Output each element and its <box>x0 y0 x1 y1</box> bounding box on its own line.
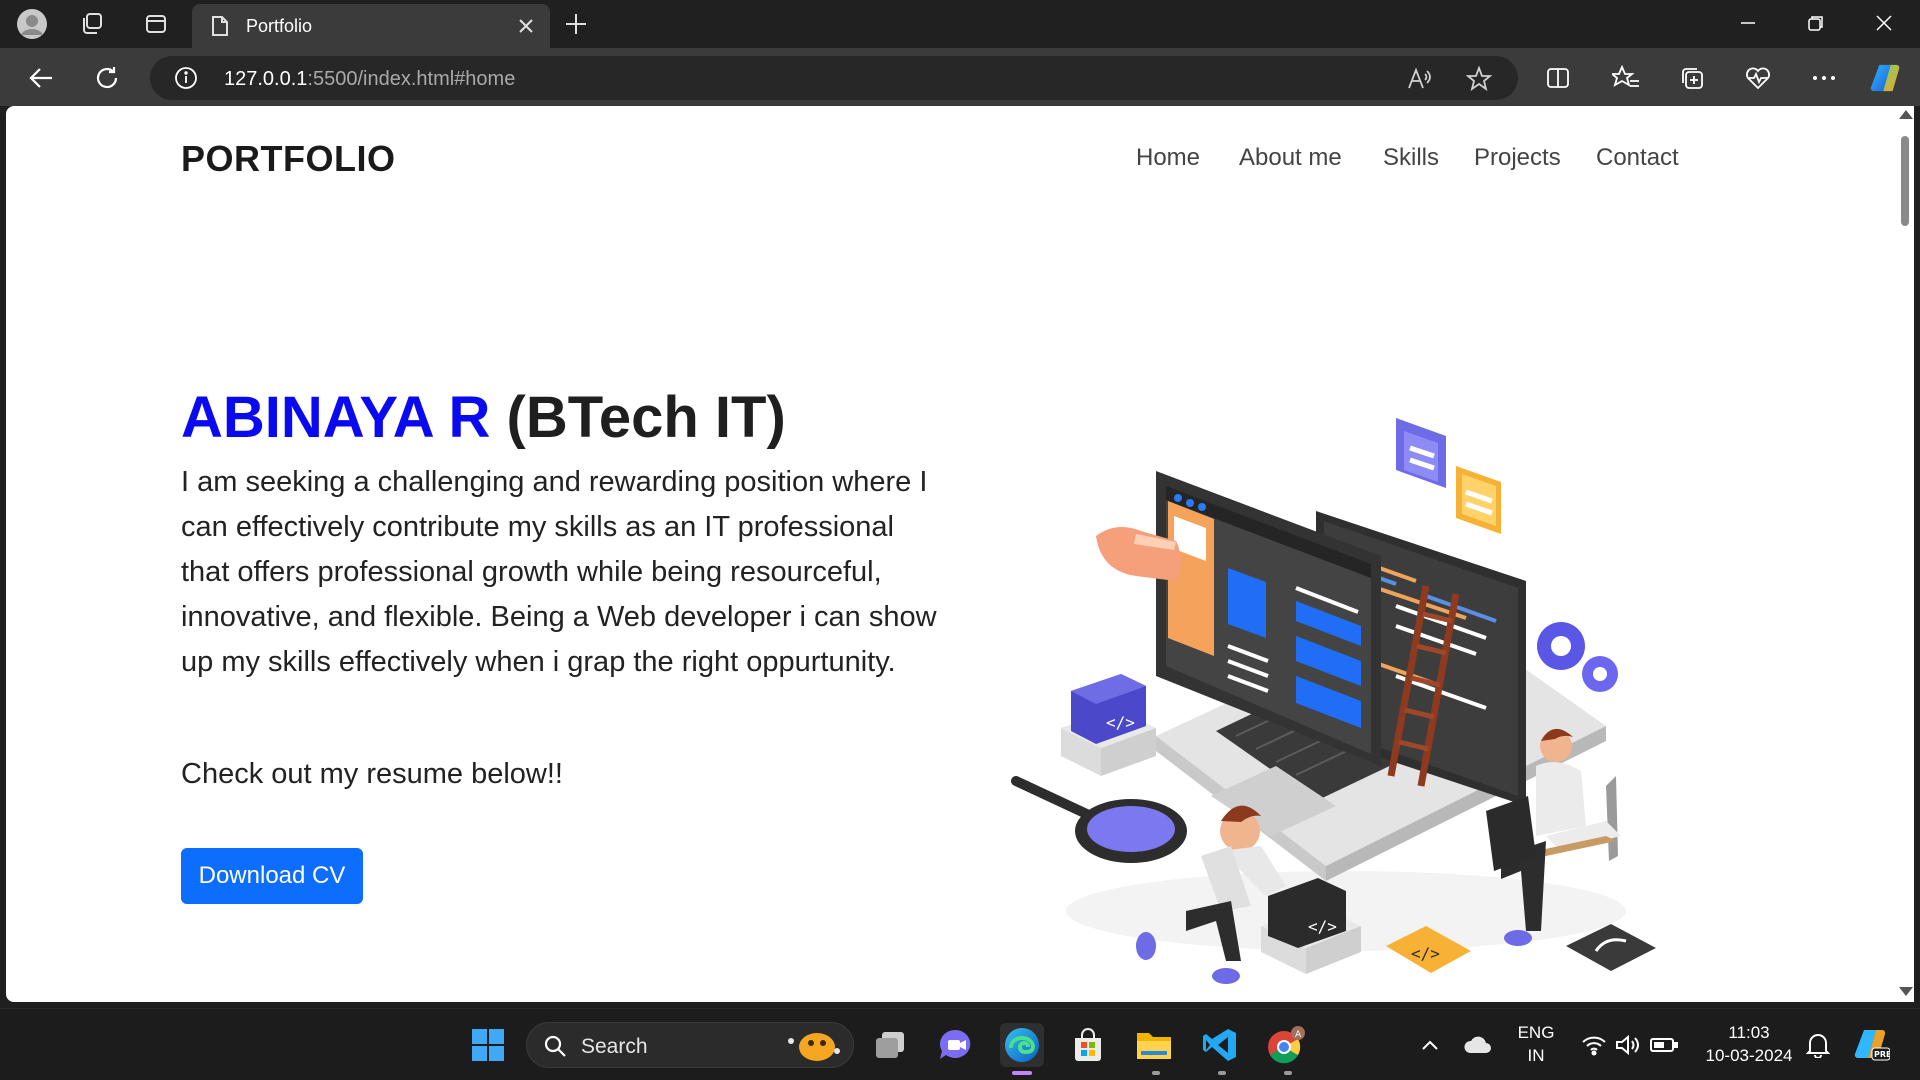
hero-degree: (BTech IT) <box>490 385 786 450</box>
hero-name: ABINAYA R <box>181 385 491 450</box>
task-view-icon[interactable] <box>868 1023 912 1067</box>
language-code: ENG <box>1517 1023 1555 1042</box>
svg-text:</>: </> <box>1106 713 1135 732</box>
browser-tab-bar: Portfolio <box>0 0 1920 48</box>
svg-text:</>: </> <box>1308 917 1337 936</box>
vscode-running-indicator <box>1218 1071 1226 1075</box>
nav-link-skills[interactable]: Skills <box>1383 144 1439 172</box>
chrome-running-indicator <box>1284 1071 1292 1075</box>
more-options-icon[interactable] <box>1808 62 1840 94</box>
scroll-down-arrow-icon[interactable] <box>1899 987 1913 996</box>
close-tab-icon[interactable] <box>514 14 538 38</box>
page-viewport: PORTFOLIO Home About me Skills Projects … <box>6 106 1896 1002</box>
close-window-icon[interactable] <box>1850 0 1918 46</box>
explorer-running-indicator <box>1152 1071 1160 1075</box>
clock-date: 10-03-2024 <box>1705 1046 1793 1065</box>
onedrive-cloud-icon[interactable] <box>1456 1023 1500 1067</box>
hero-description: I am seeking a challenging and rewarding… <box>181 466 937 678</box>
edge-active-indicator <box>1012 1071 1032 1075</box>
new-tab-icon[interactable] <box>560 8 592 40</box>
page-icon <box>212 16 228 36</box>
clock[interactable]: 11:03 10-03-2024 <box>1694 1023 1804 1066</box>
svg-text:</>: </> <box>1411 944 1440 963</box>
hero-title: ABINAYA R (BTech IT) <box>181 384 786 451</box>
read-aloud-icon[interactable] <box>1406 66 1432 92</box>
search-label: Search <box>581 1035 648 1058</box>
edge-browser-icon[interactable] <box>1000 1023 1044 1067</box>
search-icon <box>544 1035 566 1057</box>
developer-illustration: </> </> </> <box>1011 418 1656 984</box>
file-explorer-icon[interactable] <box>1132 1023 1176 1067</box>
favorite-star-icon[interactable] <box>1466 66 1492 92</box>
nav-link-projects[interactable]: Projects <box>1474 144 1561 172</box>
split-screen-icon[interactable] <box>1542 62 1574 94</box>
download-cv-button[interactable]: Download CV <box>181 848 363 904</box>
scroll-up-arrow-icon[interactable] <box>1899 110 1913 119</box>
url-text[interactable]: 127.0.0.1:5500/index.html#home <box>224 68 515 91</box>
page-scrollbar[interactable] <box>1896 106 1914 1002</box>
nav-link-about[interactable]: About me <box>1239 144 1342 172</box>
notification-bell-icon[interactable] <box>1796 1023 1840 1067</box>
show-hidden-icons-chevron-up-icon[interactable] <box>1408 1023 1452 1067</box>
windows-taskbar: Search A ENG IN 11:03 10-03-2024 PRE <box>0 1008 1920 1080</box>
tab-portfolio[interactable]: Portfolio <box>192 4 550 48</box>
search-highlight-icon <box>788 1033 840 1061</box>
tab-title: Portfolio <box>246 15 313 36</box>
teams-chat-icon[interactable] <box>934 1023 978 1067</box>
language-indicator[interactable]: ENG IN <box>1508 1023 1564 1066</box>
svg-text:A: A <box>1295 1030 1302 1040</box>
back-arrow-icon[interactable] <box>24 61 58 95</box>
favorites-icon[interactable] <box>1610 62 1642 94</box>
collections-icon[interactable] <box>1676 62 1708 94</box>
refresh-icon[interactable] <box>90 61 124 95</box>
scroll-thumb[interactable] <box>1901 136 1909 226</box>
nav-link-home[interactable]: Home <box>1136 144 1200 172</box>
browser-essentials-icon[interactable] <box>1742 62 1774 94</box>
battery-icon[interactable] <box>1642 1023 1686 1067</box>
address-bar[interactable]: 127.0.0.1:5500/index.html#home <box>150 56 1518 100</box>
restore-icon[interactable] <box>1782 0 1850 46</box>
nav-link-contact[interactable]: Contact <box>1596 144 1679 172</box>
taskbar-search[interactable]: Search <box>526 1022 854 1068</box>
vscode-icon[interactable] <box>1198 1023 1242 1067</box>
minimize-icon[interactable] <box>1714 0 1782 46</box>
browser-toolbar: 127.0.0.1:5500/index.html#home <box>0 48 1920 106</box>
clock-time: 11:03 <box>1728 1023 1770 1042</box>
copilot-preview-icon[interactable]: PRE <box>1850 1023 1894 1067</box>
copilot-icon[interactable] <box>1870 62 1902 94</box>
profile-avatar-icon[interactable] <box>16 8 48 40</box>
site-logo[interactable]: PORTFOLIO <box>181 138 396 180</box>
resume-prompt: Check out my resume below!! <box>181 758 563 790</box>
workspaces-icon[interactable] <box>76 8 108 40</box>
svg-text:PRE: PRE <box>1874 1050 1890 1059</box>
chrome-icon[interactable]: A <box>1264 1023 1308 1067</box>
microsoft-store-icon[interactable] <box>1066 1023 1110 1067</box>
tab-actions-icon[interactable] <box>140 8 172 40</box>
windows-start-icon[interactable] <box>466 1023 510 1067</box>
site-info-icon[interactable] <box>174 66 198 90</box>
region-code: IN <box>1527 1046 1545 1065</box>
